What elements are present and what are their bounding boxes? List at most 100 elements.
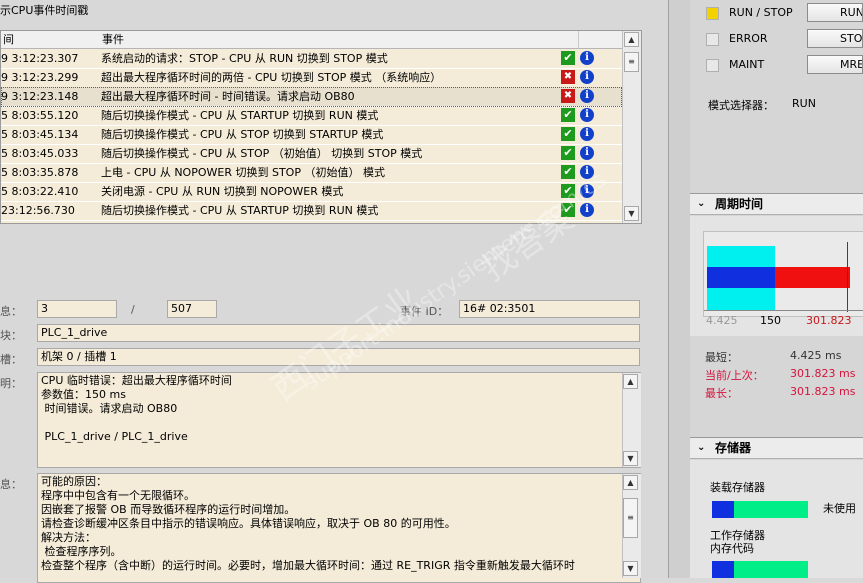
module-label: 块： (0, 329, 22, 342)
led-label: MAINT (729, 58, 765, 71)
work-memory-bar (712, 561, 808, 578)
description-label: 明： (0, 377, 22, 390)
pane-title: 示CPU事件时间戳 (0, 4, 89, 17)
table-row[interactable]: 9 3:12:23.307 系统启动的请求：STOP - CPU 从 RUN 切换… (1, 49, 622, 69)
pane-splitter[interactable] (668, 0, 691, 578)
info-icon[interactable]: i (580, 127, 594, 141)
led-indicator (706, 59, 719, 72)
column-header-time[interactable]: 间 (1, 31, 102, 49)
mode-selector-label: 模式选择器： (708, 99, 774, 112)
cycle-time-header[interactable]: ⌄ 周期时间 (690, 193, 863, 215)
row-event: 系统启动的请求：STOP - CPU 从 RUN 切换到 STOP 模式 (101, 52, 388, 65)
cycle-time-title: 周期时间 (715, 197, 764, 211)
table-row[interactable]: 5 8:03:35.878 上电 - CPU 从 NOPOWER 切换到 STOP… (1, 163, 622, 183)
load-memory-used (712, 501, 735, 518)
led-indicator (706, 33, 719, 46)
table-row[interactable]: 5 8:03:45.033 随后切换操作模式 - CPU 从 STOP （初始值）… (1, 144, 622, 164)
scroll-down-button[interactable]: ▼ (624, 206, 639, 221)
info-icon[interactable]: i (580, 70, 594, 84)
cycle-stat-label: 最短： (705, 351, 738, 364)
row-event: 超出最大程序循环时间 - 时间错误。请求启动 OB80 (101, 90, 355, 103)
row-time: 5 8:03:45.033 (1, 147, 79, 160)
row-event: 上电 - CPU 从 NOPOWER 切换到 STOP （初始值） 模式 (101, 166, 385, 179)
table-row[interactable]: 9 3:12:23.148 超出最大程序循环时间 - 时间错误。请求启动 OB80… (1, 87, 622, 107)
cycle-current-bar (775, 267, 850, 288)
memory-header[interactable]: ⌄ 存储器 (690, 437, 863, 459)
checkmark-icon: ✔ (561, 108, 575, 122)
info-icon[interactable]: i (580, 51, 594, 65)
column-header-status[interactable] (559, 31, 579, 49)
cycle-current-tick: 301.823 (806, 314, 852, 327)
scroll-up-button[interactable]: ▲ (624, 32, 639, 47)
checkmark-icon: ✔ (561, 127, 575, 141)
checkmark-icon: ✔ (561, 51, 575, 65)
row-event: 超出最大程序循环时间的两倍 - CPU 切换到 STOP 模式 （系统响应） (101, 71, 442, 84)
load-memory-bar (712, 501, 808, 518)
help-label: 息： (0, 478, 22, 491)
description-scroll-down[interactable]: ▼ (623, 451, 638, 466)
cycle-time-chart (703, 231, 863, 317)
row-time: 23:12:56.730 (1, 204, 75, 217)
checkmark-icon: ✔ (561, 165, 575, 179)
column-header-info[interactable] (579, 31, 622, 49)
table-row[interactable]: 5 8:03:22.410 关闭电源 - CPU 从 RUN 切换到 NOPOWE… (1, 182, 622, 202)
entry-label: 息： (0, 305, 22, 318)
row-event: 随后切换操作模式 - CPU 从 STOP （初始值） 切换到 STOP 模式 (101, 147, 423, 160)
help-scroll-thumb[interactable]: ≡ (623, 498, 638, 538)
row-event: 随后切换操作模式 - CPU 从 STOP 切换到 STARTUP 模式 (101, 128, 384, 141)
row-time: 9 3:12:23.299 (1, 71, 79, 84)
event-table[interactable]: 间 事件 9 3:12:23.307 系统启动的请求：STOP - CPU 从 R… (0, 30, 642, 224)
row-event: 随后切换操作模式 - CPU 从 STARTUP 切换到 RUN 模式 (101, 204, 379, 217)
info-icon[interactable]: i (580, 108, 594, 122)
cpu-mode-button[interactable]: RUN (807, 3, 863, 22)
cycle-stat-value: 301.823 ms (790, 385, 856, 398)
entry-number-field: 3 (37, 300, 117, 318)
cycle-stat-label: 最长： (705, 387, 738, 400)
error-icon: ✖ (561, 89, 575, 103)
entry-total-field: 507 (167, 300, 217, 318)
load-memory-label: 装载存储器 (710, 481, 765, 494)
event-id-field: 16# 02:3501 (459, 300, 640, 318)
column-header-event[interactable]: 事件 (100, 31, 560, 49)
table-row[interactable]: 5 8:03:55.120 随后切换操作模式 - CPU 从 STARTUP 切换… (1, 106, 622, 126)
led-indicator (706, 7, 719, 20)
cycle-min-bar (707, 267, 775, 288)
cycle-config-tick: 150 (760, 314, 781, 327)
cycle-min-tick: 4.425 (706, 314, 738, 327)
cpu-mode-button[interactable]: MRES (807, 55, 863, 74)
load-memory-unused: 未使用 (823, 502, 856, 515)
row-time: 9 3:12:23.307 (1, 52, 79, 65)
info-icon[interactable]: i (580, 146, 594, 160)
row-event: 关闭电源 - CPU 从 RUN 切换到 NOPOWER 模式 (101, 185, 344, 198)
row-time: 5 8:03:45.134 (1, 128, 79, 141)
row-time: 9 3:12:23.148 (1, 90, 79, 103)
cycle-current-marker (847, 242, 848, 312)
description-text: CPU 临时错误：超出最大程序循环时间 参数值：150 ms 时间错误。请求启动… (37, 372, 641, 468)
table-row[interactable]: 5 8:03:45.134 随后切换操作模式 - CPU 从 STOP 切换到 S… (1, 125, 622, 145)
help-scroll-down[interactable]: ▼ (623, 561, 638, 576)
cycle-stat-value: 4.425 ms (790, 349, 842, 362)
mode-selector-value: RUN (792, 97, 816, 110)
row-time: 5 8:03:22.410 (1, 185, 79, 198)
cycle-stat-label: 当前/上次： (705, 369, 764, 382)
info-icon[interactable]: i (580, 89, 594, 103)
scroll-thumb[interactable]: ≡ (624, 52, 639, 72)
chevron-down-icon: ⌄ (697, 198, 706, 209)
work-memory-sub-label: 内存代码 (710, 542, 754, 555)
help-scroll-up[interactable]: ▲ (623, 475, 638, 490)
table-row[interactable]: 9 3:12:23.299 超出最大程序循环时间的两倍 - CPU 切换到 STO… (1, 68, 622, 88)
work-memory-used (712, 561, 735, 578)
cycle-axis (704, 310, 863, 311)
entry-slash: / (131, 303, 135, 316)
description-scroll-up[interactable]: ▲ (623, 374, 638, 389)
row-event: 随后切换操作模式 - CPU 从 STARTUP 切换到 RUN 模式 (101, 109, 379, 122)
chevron-down-icon: ⌄ (697, 442, 706, 453)
cycle-stat-value: 301.823 ms (790, 367, 856, 380)
error-icon: ✖ (561, 70, 575, 84)
memory-title: 存储器 (715, 441, 752, 455)
row-time: 5 8:03:55.120 (1, 109, 79, 122)
help-text: 可能的原因： 程序中中包含有一个无限循环。 因嵌套了报警 OB 而导致循环程序的… (37, 473, 641, 583)
cpu-mode-button[interactable]: STOP (807, 29, 863, 48)
checkmark-icon: ✔ (561, 146, 575, 160)
slot-label: 槽： (0, 353, 22, 366)
